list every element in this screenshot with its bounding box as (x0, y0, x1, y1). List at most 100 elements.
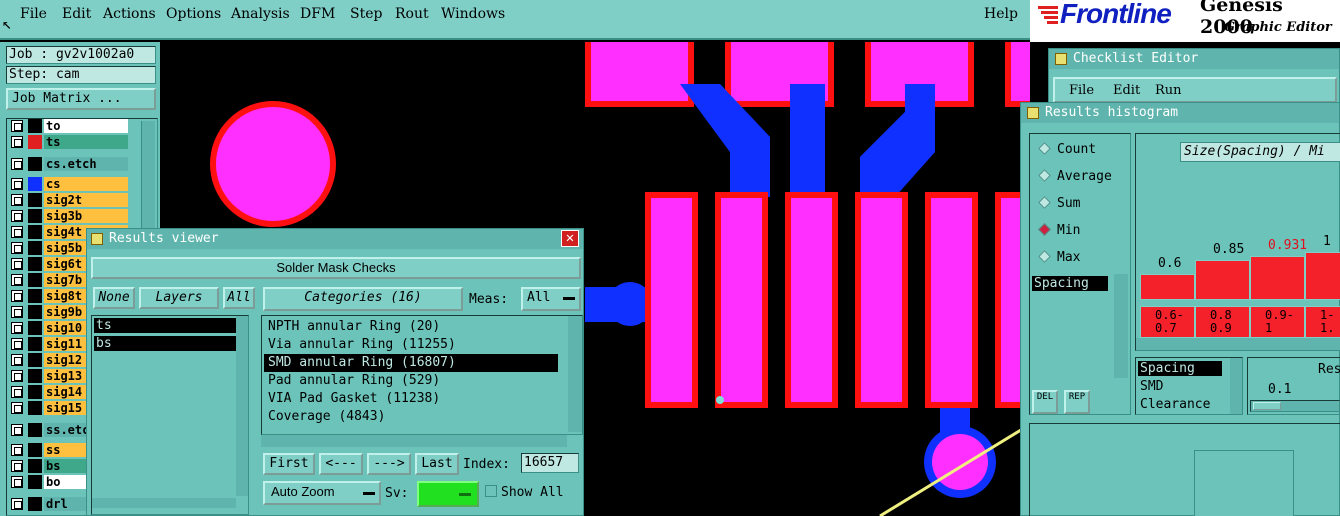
results-viewer-titlebar[interactable]: Results viewer ✕ (87, 229, 583, 249)
layer-name[interactable]: sig3b (44, 209, 128, 223)
category-item[interactable]: SMD annular Ring (16807) (264, 354, 558, 372)
last-button[interactable]: Last (415, 453, 459, 475)
layer-color-swatch[interactable] (28, 385, 42, 399)
slider-thumb[interactable] (1253, 402, 1281, 410)
del-button[interactable]: DEL (1032, 390, 1058, 414)
histogram-titlebar[interactable]: Results histogram (1021, 103, 1339, 123)
layer-color-swatch[interactable] (28, 459, 42, 473)
layer-color-swatch[interactable] (28, 119, 42, 133)
layer-color-swatch[interactable] (28, 257, 42, 271)
type-scrollbar[interactable] (1230, 358, 1242, 414)
histogram-hscroll[interactable] (1136, 338, 1340, 350)
histogram-bar[interactable] (1140, 274, 1195, 300)
layer-checkbox[interactable] (11, 354, 23, 366)
category-list[interactable]: NPTH annular Ring (20) Via annular Ring (… (261, 315, 583, 435)
layer-checkbox[interactable] (11, 370, 23, 382)
checklist-menu-run[interactable]: Run (1155, 82, 1182, 100)
layer-result-list[interactable]: ts bs (91, 315, 249, 515)
option-count[interactable]: Count (1038, 142, 1096, 157)
meas-select[interactable]: All (521, 287, 581, 311)
show-all-checkbox[interactable] (485, 485, 497, 497)
layer-color-swatch[interactable] (28, 423, 42, 437)
first-button[interactable]: First (263, 453, 315, 475)
layer-checkbox[interactable] (11, 158, 23, 170)
layer-color-swatch[interactable] (28, 475, 42, 489)
auto-zoom-select[interactable]: Auto Zoom (263, 481, 381, 505)
layer-checkbox[interactable] (11, 402, 23, 414)
layer-checkbox[interactable] (11, 290, 23, 302)
layer-checkbox[interactable] (11, 226, 23, 238)
layer-result-bs[interactable]: bs (94, 336, 236, 351)
layers-button[interactable]: Layers (139, 287, 219, 309)
menu-options[interactable]: Options (166, 6, 221, 22)
layer-color-swatch[interactable] (28, 289, 42, 303)
layer-checkbox[interactable] (11, 210, 23, 222)
histogram-bar[interactable] (1195, 260, 1250, 300)
layer-color-swatch[interactable] (28, 193, 42, 207)
menu-analysis[interactable]: Analysis (231, 6, 290, 22)
category-item[interactable]: Pad annular Ring (529) (268, 372, 440, 390)
sv-color-select[interactable] (417, 481, 479, 507)
option-sum[interactable]: Sum (1038, 196, 1080, 211)
layer-checkbox[interactable] (11, 120, 23, 132)
prev-button[interactable]: <--- (319, 453, 363, 475)
type-smd[interactable]: SMD (1140, 379, 1163, 394)
layer-name[interactable]: cs (44, 177, 128, 191)
option-list-scrollbar[interactable] (1114, 274, 1128, 378)
layer-color-swatch[interactable] (28, 305, 42, 319)
layer-color-swatch[interactable] (28, 401, 42, 415)
menu-rout[interactable]: Rout (395, 6, 429, 22)
layer-name[interactable]: cs.etch (44, 157, 128, 171)
option-average[interactable]: Average (1038, 169, 1112, 184)
layer-checkbox[interactable] (11, 274, 23, 286)
option-max[interactable]: Max (1038, 250, 1080, 265)
menu-dfm[interactable]: DFM (300, 6, 335, 22)
menu-windows[interactable]: Windows (441, 6, 505, 22)
layer-list-hscroll[interactable] (92, 498, 236, 508)
layer-checkbox[interactable] (11, 178, 23, 190)
category-item[interactable]: NPTH annular Ring (20) (268, 318, 440, 336)
type-clearance[interactable]: Clearance (1140, 397, 1210, 412)
layer-checkbox[interactable] (11, 194, 23, 206)
next-button[interactable]: ---> (367, 453, 411, 475)
histogram-bar[interactable] (1305, 252, 1340, 300)
category-item[interactable]: VIA Pad Gasket (11238) (268, 390, 440, 408)
layer-color-swatch[interactable] (28, 443, 42, 457)
layer-checkbox[interactable] (11, 322, 23, 334)
categories-button[interactable]: Categories (16) (263, 287, 463, 311)
layer-color-swatch[interactable] (28, 369, 42, 383)
layer-color-swatch[interactable] (28, 225, 42, 239)
none-button[interactable]: None (93, 287, 135, 309)
layer-name[interactable]: to (44, 119, 128, 133)
menu-file[interactable]: File (20, 6, 47, 22)
type-list[interactable]: Spacing SMD Clearance (1135, 357, 1243, 415)
option-min[interactable]: Min (1038, 223, 1080, 238)
menu-actions[interactable]: Actions (103, 6, 156, 22)
histogram-bar[interactable] (1250, 255, 1305, 300)
all-layers-button[interactable]: All (223, 287, 255, 309)
layer-color-swatch[interactable] (28, 337, 42, 351)
category-item[interactable]: Via annular Ring (11255) (268, 336, 456, 354)
checklist-menu-edit[interactable]: Edit (1113, 82, 1140, 100)
layer-checkbox[interactable] (11, 386, 23, 398)
layer-color-swatch[interactable] (28, 321, 42, 335)
menu-edit[interactable]: Edit (62, 6, 91, 22)
layer-color-swatch[interactable] (28, 177, 42, 191)
threshold-slider[interactable] (1250, 400, 1340, 412)
window-menu-icon[interactable] (1027, 107, 1039, 119)
category-hscroll[interactable] (261, 435, 567, 447)
menu-help[interactable]: Help (984, 6, 1018, 22)
type-spacing[interactable]: Spacing (1138, 361, 1222, 376)
checklist-titlebar[interactable]: Checklist Editor (1049, 49, 1339, 69)
layer-color-swatch[interactable] (28, 157, 42, 171)
window-menu-icon[interactable] (1055, 53, 1067, 65)
job-matrix-button[interactable]: Job Matrix ... (6, 88, 156, 110)
layer-checkbox[interactable] (11, 444, 23, 456)
layer-checkbox[interactable] (11, 338, 23, 350)
layer-name[interactable]: sig2t (44, 193, 128, 207)
index-input[interactable]: 16657 (521, 453, 579, 473)
layer-color-swatch[interactable] (28, 353, 42, 367)
layer-color-swatch[interactable] (28, 497, 42, 511)
category-scrollbar[interactable] (568, 316, 582, 432)
layer-checkbox[interactable] (11, 258, 23, 270)
